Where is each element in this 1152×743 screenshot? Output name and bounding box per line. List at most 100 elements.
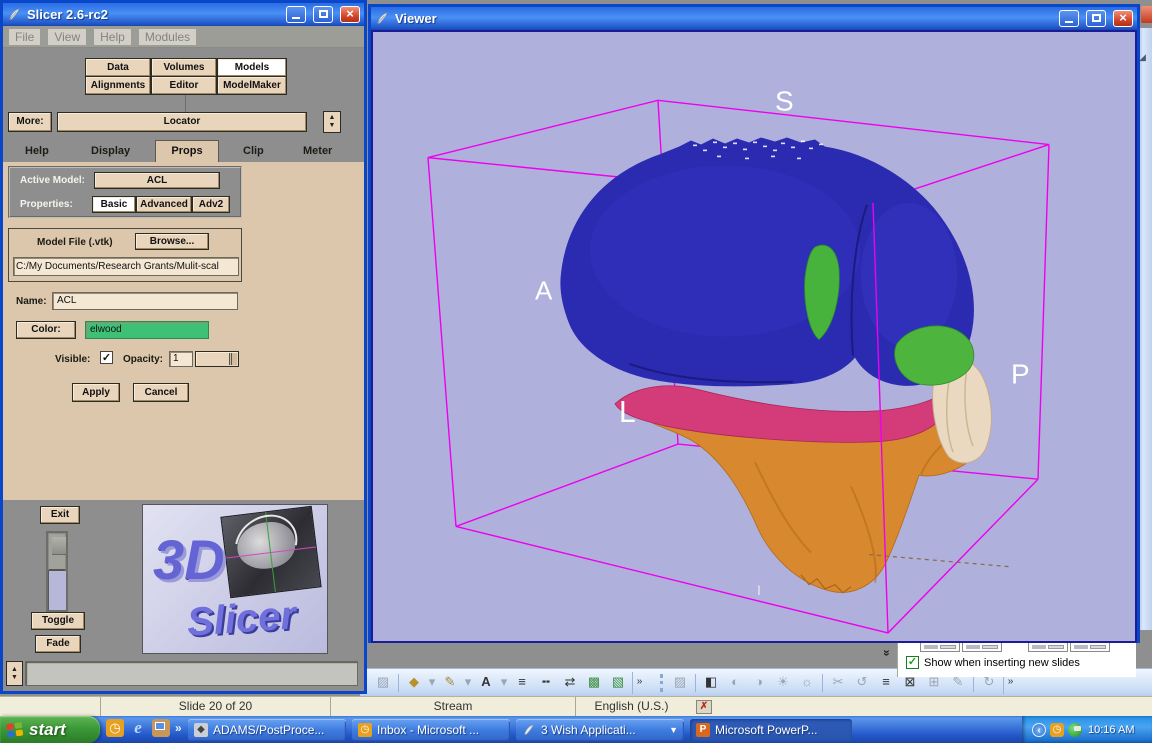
model-file-path-field[interactable]: C:/My Documents/Research Grants/Mulit-sc… [13,257,239,276]
tab-meter[interactable]: Meter [303,145,332,157]
menu-help[interactable]: Help [94,29,131,45]
fade-button[interactable]: Fade [35,635,81,653]
property-tab-basic[interactable]: Basic [92,196,136,213]
3d-viewport[interactable]: S A L P I [371,30,1137,643]
less-brightness-icon[interactable]: ☼ [796,672,818,694]
show-desktop-icon[interactable] [152,719,170,737]
clock[interactable]: 10:16 AM [1088,724,1134,736]
module-button-editor[interactable]: Editor [151,76,217,95]
maximize-button[interactable] [313,6,333,23]
cancel-button[interactable]: Cancel [133,383,189,402]
pane-scroll-down-icon[interactable]: » [878,643,894,663]
line-color-dropdown-icon[interactable]: ▾ [463,672,473,694]
internet-explorer-icon[interactable]: e [129,719,147,737]
minimize-button[interactable] [286,6,306,23]
color-button[interactable]: Color: [16,321,76,339]
more-brightness-icon[interactable]: ☀ [772,672,794,694]
show-when-inserting-checkbox[interactable]: ✓ [906,656,919,669]
module-selector-button[interactable]: Locator [57,112,307,132]
toolbar-overflow-icon[interactable]: » [632,672,646,694]
apply-button[interactable]: Apply [72,383,120,402]
slicer-menubar: File View Help Modules [3,26,364,48]
picture-line-style-icon[interactable]: ≡ [875,672,897,694]
more-button[interactable]: More: [8,112,52,132]
outlook-quicklaunch-icon[interactable]: ◷ [106,719,124,737]
desktop: » ✓ Show when inserting new slides ◢ ▨ ◆… [0,0,1152,743]
minimize-button[interactable] [1059,10,1079,27]
arrow-style-icon[interactable]: ⇄ [559,672,581,694]
color-value-field[interactable]: elwood [85,321,209,339]
opacity-field[interactable]: 1 [169,351,193,367]
task-wish-group[interactable]: 3 Wish Applicati... ▼ [516,719,684,741]
toolbar-grip[interactable] [660,674,665,692]
spinner-up-icon[interactable]: ▲ [329,114,336,122]
property-tab-advanced[interactable]: Advanced [136,196,192,213]
insert-clipart-icon[interactable]: ▨ [372,672,394,694]
module-button-alignments[interactable]: Alignments [85,76,151,95]
tab-clip[interactable]: Clip [243,145,264,157]
color-mode-icon[interactable]: ◧ [700,672,722,694]
quicklaunch-overflow-icon[interactable]: » [175,721,182,735]
close-button[interactable]: × [340,6,360,23]
slicer-body: Data Volumes Models Alignments Editor Mo… [3,49,364,691]
module-spinner[interactable]: ▲ ▼ [323,111,341,133]
fade-slider[interactable] [46,531,68,612]
tab-display[interactable]: Display [91,145,130,157]
fill-color-dropdown-icon[interactable]: ▾ [427,672,437,694]
visible-checkbox[interactable]: ✓ [100,351,113,364]
property-tab-adv2[interactable]: Adv2 [192,196,230,213]
tab-help[interactable]: Help [25,145,49,157]
tab-props[interactable]: Props [155,140,219,162]
font-color-icon[interactable]: A [475,672,497,694]
active-model-label: Active Model: [20,175,85,186]
line-style-icon[interactable]: ≡ [511,672,533,694]
powerpoint-close-button-sliver[interactable] [1141,6,1152,23]
spinner-down-icon[interactable]: ▼ [329,122,336,130]
task-outlook-inbox[interactable]: ◷ Inbox - Microsoft ... [352,719,510,741]
menu-file[interactable]: File [9,29,40,45]
dash-style-icon[interactable]: ╍ [535,672,557,694]
line-color-icon[interactable]: ✎ [439,672,461,694]
more-contrast-icon[interactable]: ◐ [724,672,746,694]
viewer-titlebar[interactable]: Viewer × [371,7,1137,30]
spinner-up-icon[interactable]: ▲ [11,666,18,674]
spell-check-icon[interactable]: ✗ [696,700,712,714]
close-button[interactable]: × [1113,10,1133,27]
message-spinner[interactable]: ▲ ▼ [6,661,23,686]
slicer-titlebar[interactable]: Slicer 2.6-rc2 × [3,3,364,26]
start-label: start [29,720,66,740]
less-contrast-icon[interactable]: ◑ [748,672,770,694]
status-language[interactable]: English (U.S.) [575,697,687,717]
opacity-slider[interactable] [195,351,239,367]
browse-button[interactable]: Browse... [135,233,209,250]
exit-button[interactable]: Exit [40,506,80,524]
rotate-left-icon[interactable]: ↺ [851,672,873,694]
module-button-data[interactable]: Data [85,58,151,77]
module-button-volumes[interactable]: Volumes [151,58,217,77]
hide-tray-icons-icon[interactable]: ‹ [1032,723,1046,737]
module-button-models[interactable]: Models [217,58,287,77]
font-color-dropdown-icon[interactable]: ▾ [499,672,509,694]
insert-picture-icon[interactable]: ▨ [669,672,691,694]
module-button-modelmaker[interactable]: ModelMaker [217,76,287,95]
opacity-slider-handle[interactable] [229,353,237,365]
fill-color-icon[interactable]: ◆ [403,672,425,694]
shadow-style-icon[interactable]: ▩ [583,672,605,694]
messenger-icon[interactable] [1068,723,1082,737]
task-powerpoint[interactable]: P Microsoft PowerP... [690,719,852,741]
menu-modules[interactable]: Modules [139,29,196,45]
active-model-button[interactable]: ACL [94,172,220,189]
spinner-down-icon[interactable]: ▼ [11,674,18,682]
menu-view[interactable]: View [48,29,86,45]
maximize-button[interactable] [1086,10,1106,27]
start-button[interactable]: start [0,716,100,743]
group-dropdown-icon[interactable]: ▼ [669,725,678,735]
task-adams[interactable]: ◆ ADAMS/PostProce... [188,719,346,741]
fade-slider-thumb[interactable] [48,533,66,571]
toggle-button[interactable]: Toggle [31,612,85,630]
name-field[interactable]: ACL [52,292,238,310]
windows-taskbar: start ◷ e » ◆ ADAMS/PostProce... ◷ Inbox… [0,716,1152,743]
crop-icon[interactable]: ✂ [827,672,849,694]
outlook-reminder-icon[interactable]: ◷ [1050,723,1064,737]
3d-style-icon[interactable]: ▧ [607,672,629,694]
